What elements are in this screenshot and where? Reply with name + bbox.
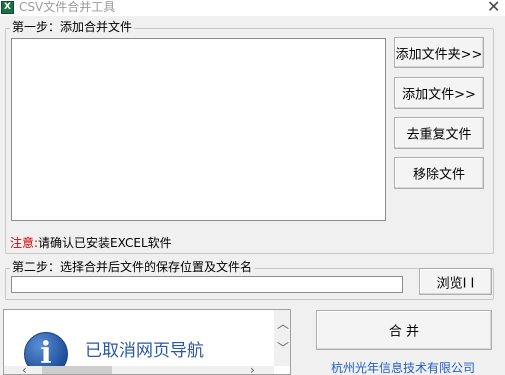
title-bar: CSV文件合并工具 ✕ [0, 0, 505, 16]
merge-label: 合 并 [388, 324, 420, 340]
navigation-cancelled-text: 已取消网页导航 [85, 341, 204, 361]
notice-prefix: 注意: [10, 236, 39, 250]
add-folder-label: 添加文件夹>> [395, 47, 483, 62]
add-folder-button[interactable]: 添加文件夹>> [394, 37, 484, 68]
close-icon[interactable]: ✕ [487, 0, 500, 16]
remove-file-label: 移除文件 [412, 167, 465, 183]
scroll-right-icon[interactable]: › [250, 364, 255, 374]
horizontal-scroll-thumb[interactable] [42, 366, 112, 374]
excel-app-icon [1, 1, 14, 14]
save-path-input[interactable] [11, 276, 403, 293]
scroll-up-icon[interactable]: ︿ [277, 318, 289, 330]
browse-label: 浏览I I [436, 276, 475, 291]
step2-label: 第二步：选择合并后文件的保存位置及文件名 [10, 260, 255, 274]
remove-file-button[interactable]: 移除文件 [394, 157, 484, 189]
notice-text: 注意:请确认已安装EXCEL软件 [10, 236, 172, 250]
notice-message: 请确认已安装EXCEL软件 [38, 236, 172, 250]
file-list[interactable] [11, 38, 386, 221]
browse-button[interactable]: 浏览I I [419, 268, 492, 295]
dedupe-label: 去重复文件 [406, 127, 472, 143]
vertical-scrollbar[interactable]: ︿ ﹀ [274, 310, 290, 366]
dedupe-button[interactable]: 去重复文件 [394, 117, 484, 149]
scroll-down-icon[interactable]: ﹀ [277, 342, 289, 354]
step1-label: 第一步：添加合并文件 [10, 20, 135, 34]
merge-button[interactable]: 合 并 [316, 310, 492, 350]
scroll-left-icon[interactable]: ‹ [22, 364, 27, 374]
window-title: CSV文件合并工具 [19, 0, 116, 14]
company-link[interactable]: 杭州光年信息技术有限公司 [331, 361, 475, 375]
add-file-label: 添加文件>> [402, 87, 476, 103]
browser-panel: 已取消网页导航 ︿ ﹀ ‹ › [3, 309, 291, 375]
add-file-button[interactable]: 添加文件>> [394, 77, 484, 109]
